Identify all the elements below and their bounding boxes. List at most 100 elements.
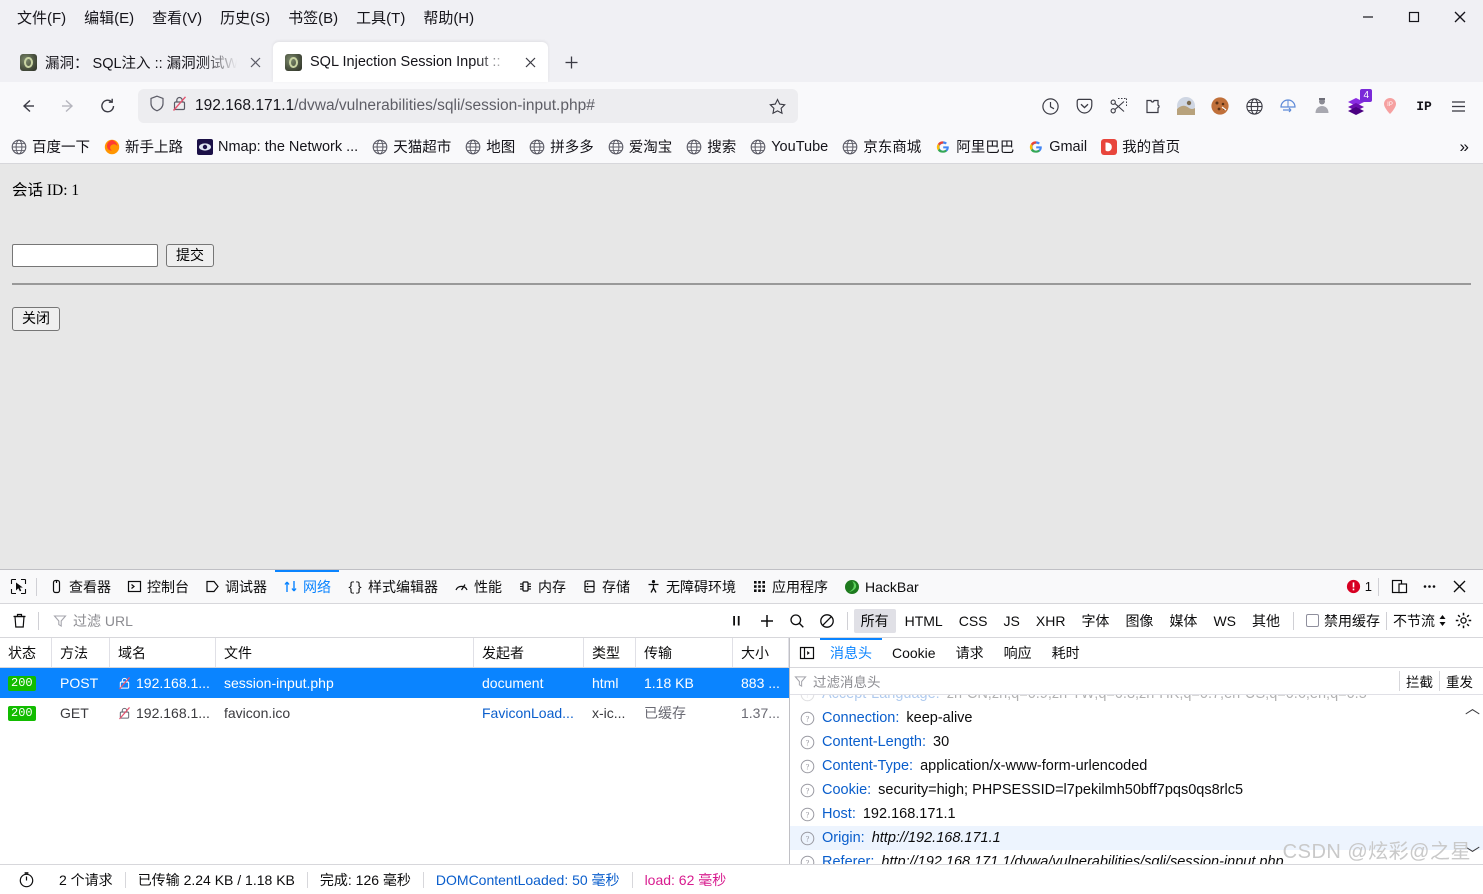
close-page-button[interactable]: 关闭 [12,307,60,331]
type-filter-6[interactable]: 图像 [1118,609,1160,633]
devtools-tab-8[interactable]: 无障碍环境 [638,570,744,603]
browser-tab-2[interactable]: SQL Injection Session Input :: [273,42,548,82]
url-text[interactable]: 192.168.171.1/dvwa/vulnerabilities/sqli/… [195,97,764,115]
header-row[interactable]: ? Cookie: security=high; PHPSESSID=l7pekil… [790,778,1483,802]
scroll-down-icon[interactable]: ﹀ [1465,843,1480,864]
ip-text-button[interactable]: IP [1407,89,1441,123]
column-transferred[interactable]: 传输 [636,638,733,667]
bookmark-item[interactable]: 阿里巴巴 [928,133,1021,160]
devtools-tab-2[interactable]: 调试器 [197,570,275,603]
detail-tab-4[interactable]: 耗时 [1042,638,1090,667]
menu-tools[interactable]: 工具(T) [347,4,414,31]
error-count-badge[interactable]: 1 [1346,579,1372,594]
devtools-tab-6[interactable]: 内存 [510,570,574,603]
bookmark-item[interactable]: 地图 [458,133,522,160]
submit-button[interactable]: 提交 [166,244,214,268]
menu-view[interactable]: 查看(V) [143,4,211,31]
reload-button[interactable] [91,89,125,123]
type-filter-2[interactable]: CSS [952,611,995,631]
responsive-design-mode-icon[interactable] [1385,574,1413,600]
pause-recording-icon[interactable] [723,608,751,634]
column-file[interactable]: 文件 [216,638,474,667]
menu-help[interactable]: 帮助(H) [414,4,483,31]
url-filter-input[interactable]: 过滤 URL [45,611,721,631]
devtools-close-icon[interactable] [1445,574,1473,600]
bookmark-item[interactable]: 我的首页 [1094,133,1187,160]
bookmark-item[interactable]: 新手上路 [97,133,190,160]
user-avatar-icon[interactable] [1169,89,1203,123]
extension-puzzle-icon[interactable] [1135,89,1169,123]
cookie-icon[interactable] [1203,89,1237,123]
screenshot-scissors-icon[interactable] [1101,89,1135,123]
pocket-save-icon[interactable] [1067,89,1101,123]
block-requests-icon[interactable] [813,608,841,634]
column-status[interactable]: 状态 [0,638,52,667]
menu-edit[interactable]: 编辑(E) [75,4,143,31]
bookmark-item[interactable]: 京东商城 [835,133,928,160]
column-method[interactable]: 方法 [52,638,110,667]
devtools-tab-3[interactable]: 网络 [275,570,339,603]
detail-tab-2[interactable]: 请求 [946,638,994,667]
type-filter-8[interactable]: WS [1206,611,1243,631]
toggle-detail-pane-icon[interactable] [794,640,820,666]
lock-broken-icon[interactable] [172,95,187,117]
back-button[interactable] [11,89,45,123]
disable-cache-checkbox[interactable]: 禁用缓存 [1300,611,1380,631]
bookmark-item[interactable]: 搜索 [679,133,743,160]
globe-extension-icon[interactable] [1237,89,1271,123]
devtools-tab-5[interactable]: 性能 [446,570,510,603]
bookmark-star-icon[interactable] [764,93,790,119]
user-agent-switch-icon[interactable] [1305,89,1339,123]
headers-filter-placeholder[interactable]: 过滤消息头 [813,671,881,691]
history-clock-icon[interactable] [1033,89,1067,123]
header-row[interactable]: ? Host: 192.168.171.1 [790,802,1483,826]
bookmark-item[interactable]: 天猫超市 [365,133,458,160]
bookmark-item[interactable]: 拼多多 [522,133,601,160]
tab-close-icon[interactable] [245,52,265,72]
detail-tab-0[interactable]: 消息头 [820,638,882,667]
minimize-button[interactable] [1345,0,1391,34]
devtools-tab-0[interactable]: 查看器 [41,570,119,603]
header-row[interactable]: ? Accept-Language: zh-CN,zh;q=0.9,zh-TW;q=… [790,695,1483,706]
devtools-more-options-icon[interactable] [1415,574,1443,600]
header-row[interactable]: ? Referer: http://192.168.171.1/dvwa/vulne… [790,850,1483,864]
type-filter-1[interactable]: HTML [898,611,950,631]
menu-history[interactable]: 历史(S) [211,4,279,31]
browser-tab-1[interactable]: 漏洞： SQL注入 :: 漏洞测试Web [8,42,273,82]
throttle-dropdown[interactable]: 不节流 [1393,611,1447,631]
tab-close-icon[interactable] [520,52,540,72]
table-row[interactable]: 200 GET 192.168.1... favicon.ico FaviconLoad… [0,698,789,728]
bookmark-item[interactable]: YouTube [743,136,835,158]
new-tab-button[interactable] [554,45,588,79]
proxy-switch-icon[interactable] [1271,89,1305,123]
header-row[interactable]: ? Connection: keep-alive [790,706,1483,730]
element-picker-icon[interactable] [4,574,32,600]
bookmark-item[interactable]: 爱淘宝 [601,133,680,160]
url-bar[interactable]: 192.168.171.1/dvwa/vulnerabilities/sqli/… [138,89,798,123]
forward-button[interactable] [51,89,85,123]
block-request-action[interactable]: 拦截 [1399,671,1439,691]
ip-pin-icon[interactable]: IP [1373,89,1407,123]
devtools-tab-4[interactable]: {} 样式编辑器 [339,570,446,603]
close-button[interactable] [1437,0,1483,34]
table-row[interactable]: 200 POST 192.168.1... session-input.php docu… [0,668,789,698]
type-filter-0[interactable]: 所有 [853,608,896,633]
type-filter-9[interactable]: 其他 [1245,609,1287,633]
scroll-up-icon[interactable]: ︿ [1465,697,1480,718]
column-domain[interactable]: 域名 [110,638,216,667]
bookmark-item[interactable]: 百度一下 [4,133,97,160]
maximize-button[interactable] [1391,0,1437,34]
devtools-tab-1[interactable]: 控制台 [119,570,197,603]
menu-bookmarks[interactable]: 书签(B) [279,4,347,31]
clear-requests-icon[interactable] [6,608,32,634]
header-row[interactable]: ? Content-Type: application/x-www-form-url… [790,754,1483,778]
type-filter-3[interactable]: JS [997,611,1027,631]
devtools-tab-7[interactable]: 存储 [574,570,638,603]
column-size[interactable]: 大小 [733,638,789,667]
type-filter-5[interactable]: 字体 [1074,609,1116,633]
detail-tab-1[interactable]: Cookie [882,638,946,667]
add-request-icon[interactable] [753,608,781,634]
search-requests-icon[interactable] [783,608,811,634]
network-settings-gear-icon[interactable] [1449,608,1477,634]
bookmark-item[interactable]: Gmail [1021,136,1094,158]
